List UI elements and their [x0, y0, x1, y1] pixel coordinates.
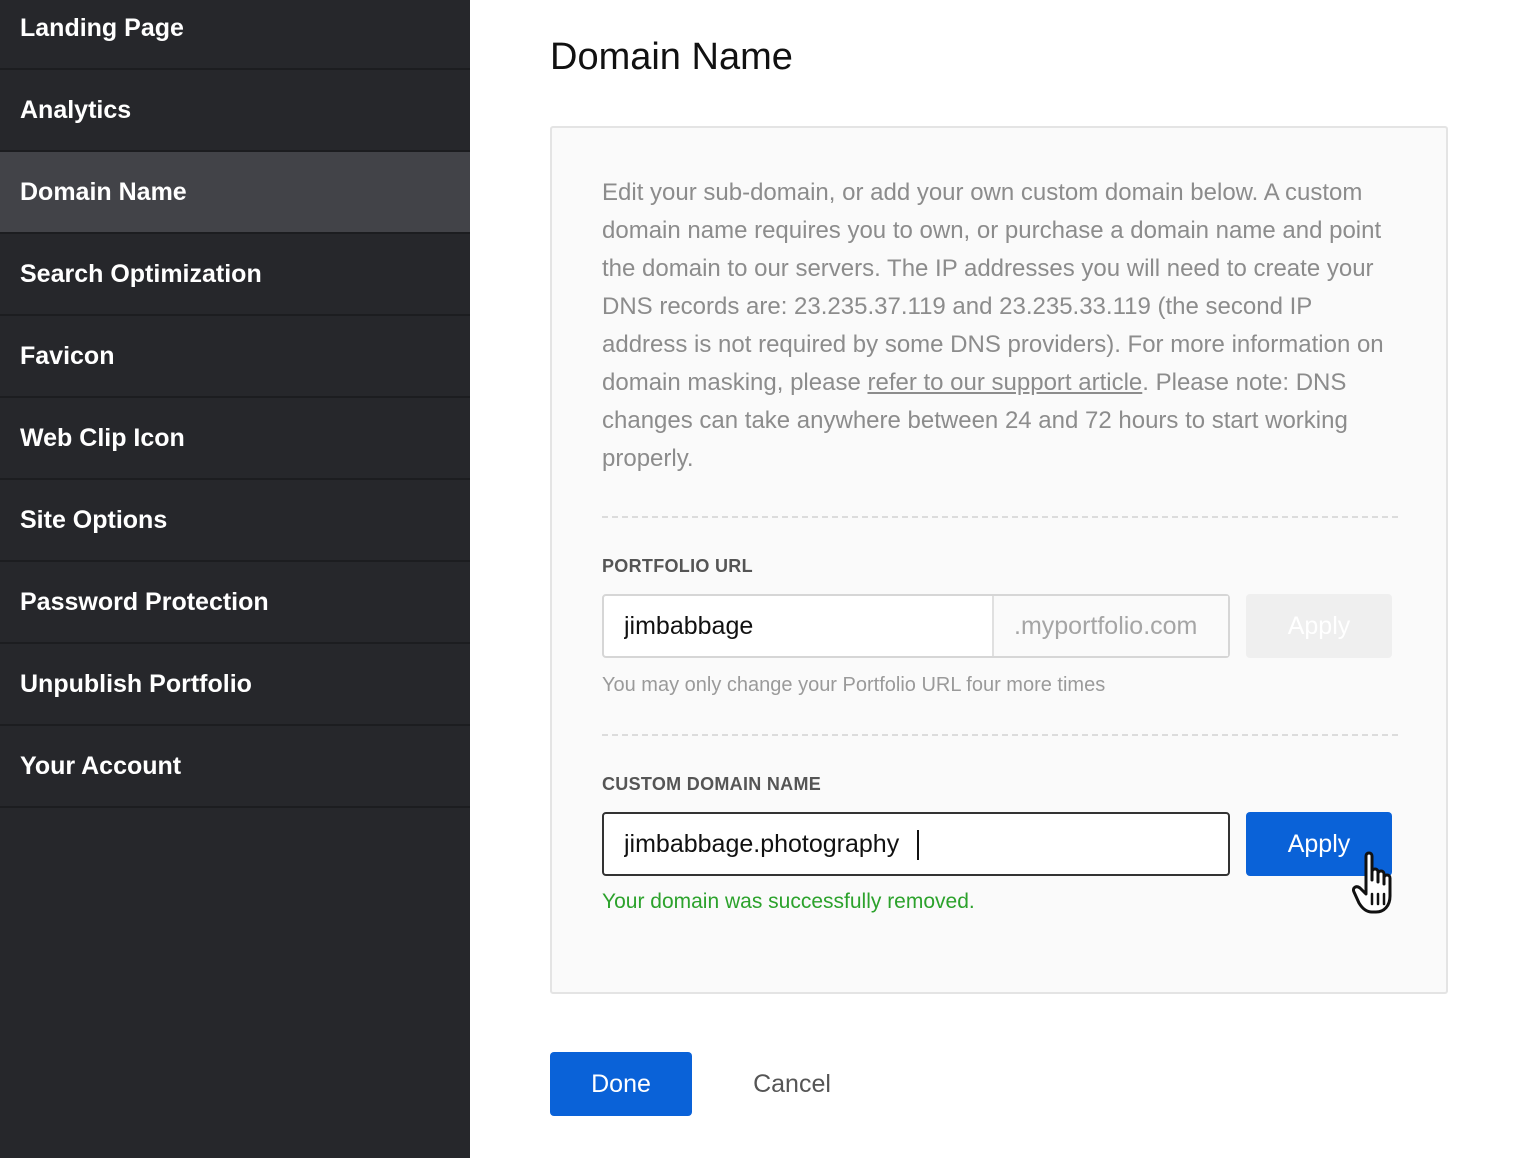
success-message: Your domain was successfully removed.	[602, 890, 975, 913]
portfolio-url-apply-button[interactable]: Apply	[1246, 594, 1392, 658]
sidebar-item-label: Favicon	[20, 341, 115, 370]
hand-pointer-icon	[1352, 851, 1392, 914]
portfolio-url-hint: You may only change your Portfolio URL f…	[602, 674, 1106, 696]
sidebar-item-label: Landing Page	[20, 13, 184, 42]
sidebar-item-label: Your Account	[20, 751, 182, 780]
sidebar-item-your-account[interactable]: Your Account	[0, 726, 470, 808]
portfolio-url-suffix: .myportfolio.com	[992, 596, 1228, 656]
custom-domain-label: CUSTOM DOMAIN NAME	[602, 774, 822, 794]
sidebar-item-label: Unpublish Portfolio	[20, 669, 252, 698]
sidebar-item-landing-page[interactable]: Landing Page	[0, 0, 470, 70]
section-divider	[602, 734, 1398, 736]
sidebar-item-search-optimization[interactable]: Search Optimization	[0, 234, 470, 316]
sidebar-item-label: Domain Name	[20, 177, 187, 206]
text-caret	[917, 830, 919, 860]
sidebar-item-web-clip-icon[interactable]: Web Clip Icon	[0, 398, 470, 480]
support-article-link[interactable]: refer to our support article	[867, 369, 1142, 396]
sidebar-item-site-options[interactable]: Site Options	[0, 480, 470, 562]
sidebar-item-password-protection[interactable]: Password Protection	[0, 562, 470, 644]
sidebar-nav: Landing Page Analytics Domain Name Searc…	[0, 0, 470, 808]
sidebar-item-domain-name[interactable]: Domain Name	[0, 152, 470, 234]
portfolio-url-field-group: .myportfolio.com	[602, 594, 1230, 658]
sidebar-item-analytics[interactable]: Analytics	[0, 70, 470, 152]
sidebar: Landing Page Analytics Domain Name Searc…	[0, 0, 470, 1158]
section-divider	[602, 516, 1398, 518]
custom-domain-input[interactable]	[602, 812, 1230, 876]
intro-text-start: Edit your sub-domain, or add your own cu…	[602, 179, 1384, 396]
domain-settings-panel: Edit your sub-domain, or add your own cu…	[550, 126, 1448, 994]
sidebar-item-favicon[interactable]: Favicon	[0, 316, 470, 398]
page: Landing Page Analytics Domain Name Searc…	[0, 0, 1514, 1158]
sidebar-item-label: Web Clip Icon	[20, 423, 185, 452]
sidebar-item-label: Site Options	[20, 505, 168, 534]
sidebar-item-label: Analytics	[20, 95, 132, 124]
sidebar-item-unpublish-portfolio[interactable]: Unpublish Portfolio	[0, 644, 470, 726]
page-title: Domain Name	[550, 36, 793, 78]
cancel-button[interactable]: Cancel	[732, 1052, 852, 1116]
main-content: Domain Name Edit your sub-domain, or add…	[470, 0, 1514, 1158]
done-button[interactable]: Done	[550, 1052, 692, 1116]
sidebar-item-label: Search Optimization	[20, 259, 262, 288]
portfolio-url-label: PORTFOLIO URL	[602, 556, 753, 576]
intro-text: Edit your sub-domain, or add your own cu…	[602, 174, 1402, 478]
sidebar-item-label: Password Protection	[20, 587, 269, 616]
portfolio-url-input[interactable]	[604, 596, 992, 656]
